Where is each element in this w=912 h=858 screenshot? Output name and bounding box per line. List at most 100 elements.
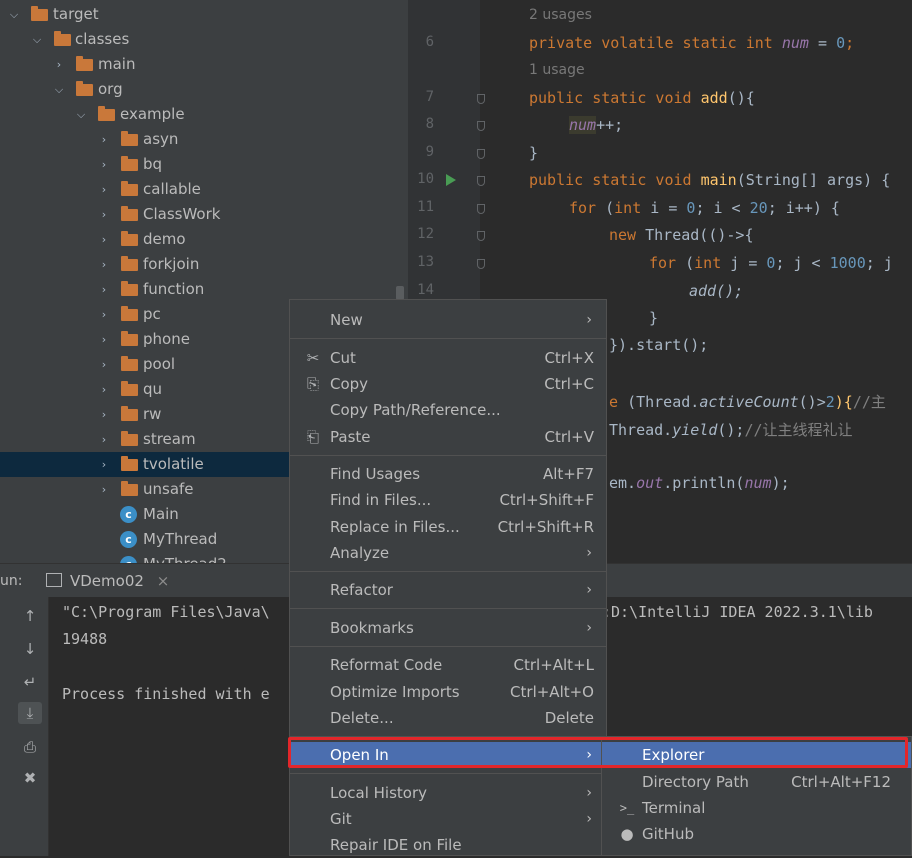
run-gutter-icon[interactable] bbox=[446, 174, 456, 186]
tree-item-forkjoin[interactable]: › forkjoin bbox=[0, 252, 408, 277]
print-icon[interactable]: ⎙ bbox=[18, 736, 42, 758]
chevron-right-icon[interactable]: › bbox=[97, 152, 111, 177]
folder-icon bbox=[121, 431, 138, 446]
menu-separator bbox=[290, 571, 606, 572]
chevron-down-icon[interactable]: ⌵ bbox=[52, 77, 66, 102]
tree-item-main[interactable]: › main bbox=[0, 52, 408, 77]
menu-item-new[interactable]: New › bbox=[290, 307, 606, 333]
chevron-right-icon[interactable]: › bbox=[97, 177, 111, 202]
fold-marker-icon[interactable] bbox=[477, 259, 485, 269]
java-class-icon: c bbox=[120, 506, 137, 523]
chevron-right-icon[interactable]: › bbox=[97, 252, 111, 277]
menu-item-repair-ide[interactable]: Repair IDE on File bbox=[290, 832, 606, 858]
fold-marker-icon[interactable] bbox=[477, 94, 485, 104]
chevron-right-icon[interactable]: › bbox=[97, 377, 111, 402]
folder-icon bbox=[121, 356, 138, 371]
menu-item-reformat-code[interactable]: Reformat Code Ctrl+Alt+L bbox=[290, 652, 606, 678]
chevron-right-icon[interactable]: › bbox=[97, 302, 111, 327]
arrow-down-icon[interactable]: ↓ bbox=[18, 638, 42, 660]
submenu-item-directory-path[interactable]: Directory Path Ctrl+Alt+F12 bbox=[602, 769, 911, 795]
folder-icon bbox=[121, 231, 138, 246]
chevron-right-icon[interactable]: › bbox=[97, 352, 111, 377]
tree-item-label: asyn bbox=[143, 130, 179, 148]
chevron-right-icon[interactable]: › bbox=[97, 227, 111, 252]
usages-hint[interactable]: 2 usages bbox=[529, 7, 592, 23]
tree-item-callable[interactable]: › callable bbox=[0, 177, 408, 202]
menu-item-replace-in-files[interactable]: Replace in Files... Ctrl+Shift+R bbox=[290, 514, 606, 540]
tree-item-label: pc bbox=[143, 305, 161, 323]
menu-item-find-in-files[interactable]: Find in Files... Ctrl+Shift+F bbox=[290, 487, 606, 513]
scroll-to-end-icon[interactable]: ⤓ bbox=[18, 702, 42, 724]
line-number: 11 bbox=[417, 199, 434, 215]
close-icon[interactable]: × bbox=[157, 572, 170, 590]
menu-item-paste[interactable]: ⎗ Paste Ctrl+V bbox=[290, 424, 606, 450]
code-line: private volatile static int num = 0; bbox=[529, 34, 855, 52]
chevron-right-icon[interactable]: › bbox=[97, 277, 111, 302]
usages-hint[interactable]: 1 usage bbox=[529, 62, 585, 78]
fold-marker-icon[interactable] bbox=[477, 149, 485, 159]
menu-item-copy[interactable]: ⎘ Copy Ctrl+C bbox=[290, 371, 606, 397]
folder-icon bbox=[98, 106, 115, 121]
trash-icon[interactable]: ✖ bbox=[18, 767, 42, 789]
menu-item-git[interactable]: Git › bbox=[290, 806, 606, 832]
folder-icon bbox=[121, 281, 138, 296]
tree-item-org[interactable]: ⌵ org bbox=[0, 77, 408, 102]
tree-item-label: target bbox=[53, 5, 99, 23]
console-line: 19488 bbox=[62, 630, 108, 648]
chevron-right-icon[interactable]: › bbox=[97, 327, 111, 352]
tree-item-label: rw bbox=[143, 405, 162, 423]
chevron-right-icon[interactable]: › bbox=[97, 202, 111, 227]
code-line: for (int j = 0; j < 1000; j bbox=[649, 254, 893, 272]
highlight-annotation-box bbox=[288, 737, 908, 768]
menu-item-find-usages[interactable]: Find Usages Alt+F7 bbox=[290, 461, 606, 487]
line-number: 6 bbox=[425, 34, 434, 50]
folder-icon bbox=[76, 81, 93, 96]
folder-icon bbox=[121, 206, 138, 221]
chevron-right-icon[interactable]: › bbox=[97, 127, 111, 152]
tree-scrollbar[interactable] bbox=[396, 286, 404, 300]
menu-item-local-history[interactable]: Local History › bbox=[290, 780, 606, 806]
fold-marker-icon[interactable] bbox=[477, 204, 485, 214]
submenu-item-terminal[interactable]: >_ Terminal bbox=[602, 795, 911, 821]
chevron-down-icon[interactable]: ⌵ bbox=[30, 27, 44, 52]
menu-item-bookmarks[interactable]: Bookmarks › bbox=[290, 615, 606, 641]
menu-item-analyze[interactable]: Analyze › bbox=[290, 540, 606, 566]
menu-item-refactor[interactable]: Refactor › bbox=[290, 577, 606, 603]
fold-marker-icon[interactable] bbox=[477, 231, 485, 241]
chevron-right-icon[interactable]: › bbox=[97, 427, 111, 452]
tree-item-bq[interactable]: › bq bbox=[0, 152, 408, 177]
chevron-down-icon[interactable]: ⌵ bbox=[7, 2, 21, 27]
java-class-icon: c bbox=[120, 556, 137, 563]
menu-item-cut[interactable]: ✂ Cut Ctrl+X bbox=[290, 345, 606, 371]
line-number: 9 bbox=[425, 144, 434, 160]
chevron-right-icon[interactable]: › bbox=[97, 477, 111, 502]
fold-marker-icon[interactable] bbox=[477, 121, 485, 131]
folder-icon bbox=[121, 456, 138, 471]
tree-item-label: MyThread2 bbox=[143, 552, 227, 563]
menu-item-optimize-imports[interactable]: Optimize Imports Ctrl+Alt+O bbox=[290, 679, 606, 705]
tree-item-classes[interactable]: ⌵ classes bbox=[0, 27, 408, 52]
chevron-right-icon[interactable]: › bbox=[97, 452, 111, 477]
run-tab-vdemo02[interactable]: VDemo02 × bbox=[36, 564, 179, 598]
tree-item-asyn[interactable]: › asyn bbox=[0, 127, 408, 152]
tree-item-label: classes bbox=[75, 30, 130, 48]
tree-item-example[interactable]: ⌵ example bbox=[0, 102, 408, 127]
folder-icon bbox=[121, 481, 138, 496]
arrow-up-icon[interactable]: ↑ bbox=[18, 605, 42, 627]
chevron-right-icon[interactable]: › bbox=[52, 52, 66, 77]
chevron-down-icon[interactable]: ⌵ bbox=[74, 102, 88, 127]
copy-icon: ⎘ bbox=[306, 375, 319, 393]
menu-item-delete[interactable]: Delete... Delete bbox=[290, 705, 606, 731]
menu-item-copy-path[interactable]: Copy Path/Reference... bbox=[290, 397, 606, 423]
chevron-right-icon[interactable]: › bbox=[97, 402, 111, 427]
tree-item-label: function bbox=[143, 280, 205, 298]
fold-marker-icon[interactable] bbox=[477, 176, 485, 186]
submenu-item-github[interactable]: ● GitHub bbox=[602, 821, 911, 847]
line-number: 13 bbox=[417, 254, 434, 270]
tree-item-demo[interactable]: › demo bbox=[0, 227, 408, 252]
code-line: } bbox=[649, 309, 659, 327]
tree-item-classwork[interactable]: › ClassWork bbox=[0, 202, 408, 227]
soft-wrap-icon[interactable]: ↵ bbox=[18, 671, 42, 693]
run-tab-label: VDemo02 bbox=[70, 572, 144, 590]
tree-item-target[interactable]: ⌵ target bbox=[0, 2, 408, 27]
